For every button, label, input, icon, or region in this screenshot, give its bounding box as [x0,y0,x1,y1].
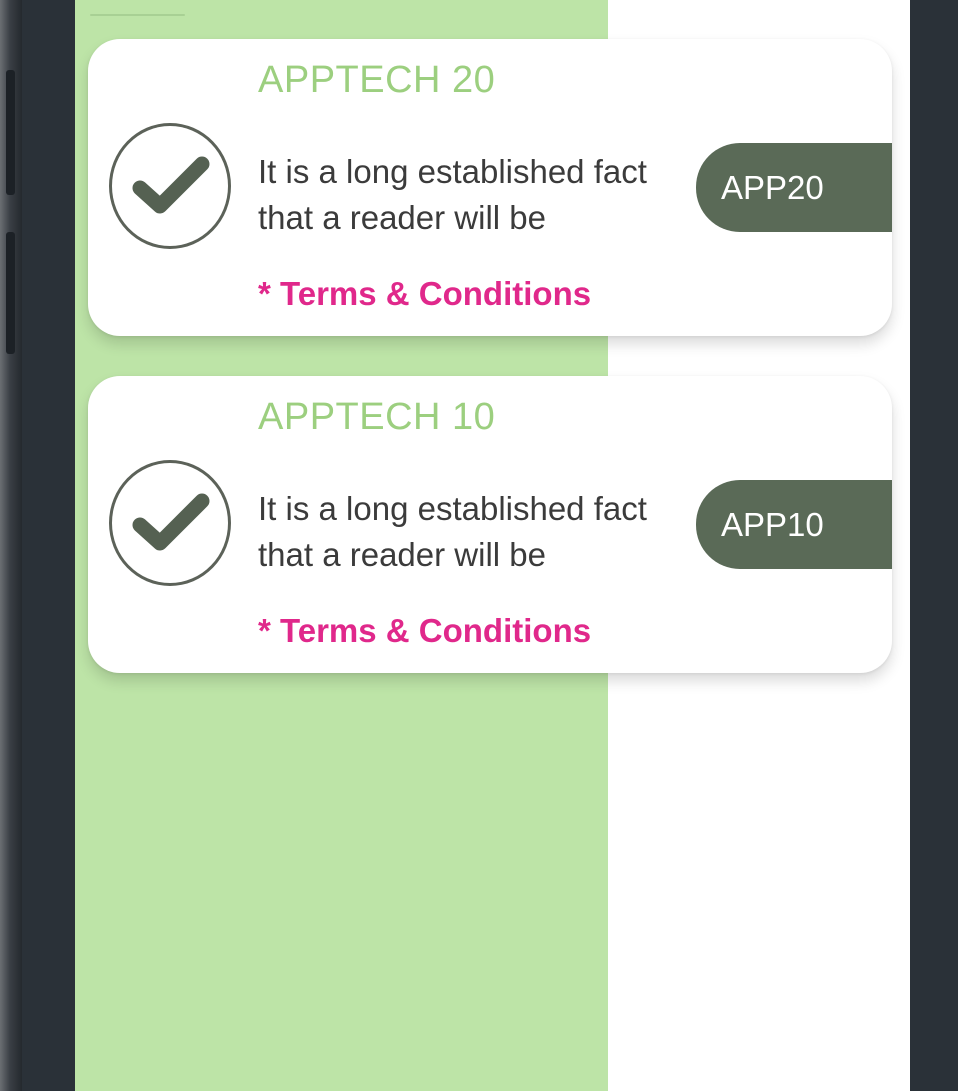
phone-frame-edge [0,0,22,1091]
phone-bezel-right [910,0,958,1091]
offer-title: APPTECH 20 [258,59,496,101]
offer-title: APPTECH 10 [258,396,496,438]
offer-description: It is a long established fact that a rea… [258,486,678,578]
terms-link[interactable]: * Terms & Conditions [258,612,591,650]
check-icon[interactable] [109,460,231,586]
offer-card[interactable]: APPTECH 10 It is a long established fact… [88,376,892,673]
phone-side-button [6,70,15,195]
terms-link[interactable]: * Terms & Conditions [258,275,591,313]
offer-description-line: It is a long established fact [258,153,647,190]
check-icon[interactable] [109,123,231,249]
app-screen: APPTECH 20 It is a long established fact… [75,0,910,1091]
phone-bezel-left [22,0,75,1091]
promo-code-button[interactable]: APP10 [696,480,892,569]
offer-description-line: that a reader will be [258,199,546,236]
offer-description: It is a long established fact that a rea… [258,149,678,241]
offer-card[interactable]: APPTECH 20 It is a long established fact… [88,39,892,336]
phone-side-button [6,232,15,354]
promo-code-button[interactable]: APP20 [696,143,892,232]
divider-line [90,14,185,16]
offer-description-line: It is a long established fact [258,490,647,527]
offer-description-line: that a reader will be [258,536,546,573]
